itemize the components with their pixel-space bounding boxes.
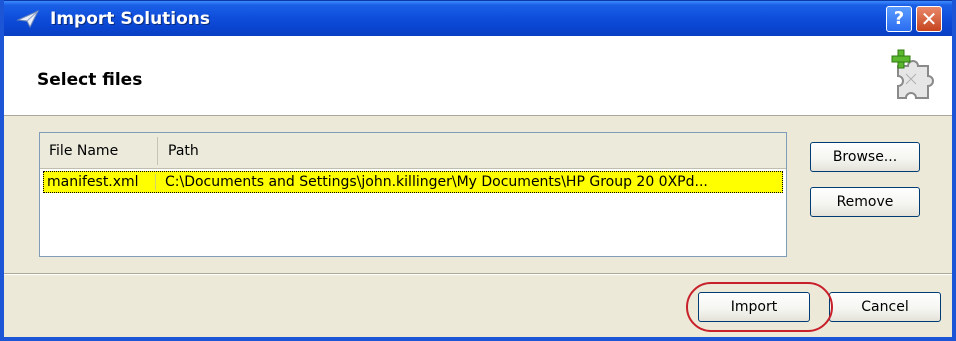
browse-button[interactable]: Browse... <box>810 142 920 172</box>
remove-button[interactable]: Remove <box>810 187 920 217</box>
cell-file-name: manifest.xml <box>47 174 139 190</box>
cancel-button[interactable]: Cancel <box>829 292 941 322</box>
column-header-path[interactable]: Path <box>168 143 199 159</box>
table-row[interactable]: manifest.xml C:\Documents and Settings\j… <box>43 171 783 193</box>
column-separator[interactable] <box>157 137 158 165</box>
help-button[interactable]: ? <box>886 6 912 32</box>
page-title: Select files <box>37 70 143 90</box>
arrow-plane-icon <box>16 10 40 28</box>
list-header: File Name Path <box>40 133 786 169</box>
file-list[interactable]: File Name Path manifest.xml C:\Documents… <box>39 132 787 257</box>
divider-highlight <box>4 274 952 275</box>
annotation-circle <box>686 282 833 332</box>
column-header-file-name[interactable]: File Name <box>49 143 118 159</box>
import-solutions-dialog: Import Solutions ? ✕ Select files File N… <box>0 0 956 341</box>
cell-separator <box>155 174 156 190</box>
cell-path: C:\Documents and Settings\john.killinger… <box>165 174 708 190</box>
wizard-header: Select files <box>4 36 952 116</box>
puzzle-add-icon <box>891 49 934 99</box>
window-title: Import Solutions <box>50 9 211 29</box>
title-bar[interactable]: Import Solutions ? ✕ <box>4 0 952 36</box>
close-button[interactable]: ✕ <box>916 6 942 32</box>
